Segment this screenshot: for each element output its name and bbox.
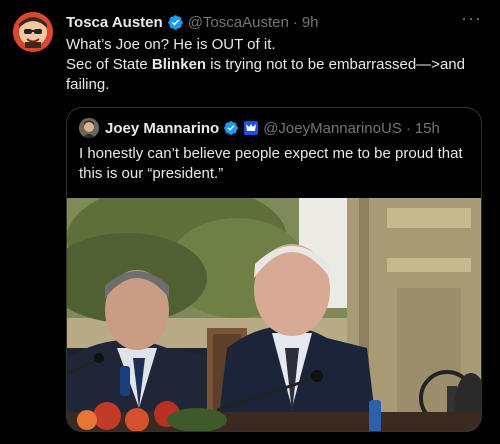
- quoted-tweet[interactable]: Joey Mannarino @JoeyMannarinoUS · 15h I …: [66, 107, 482, 432]
- quoted-text-body: I honestly can’t believe people expect m…: [79, 145, 463, 182]
- mention-blinken: Blinken: [151, 56, 207, 73]
- quoted-text: I honestly can’t believe people expect m…: [79, 144, 471, 184]
- tweet-text: What’s Joe on? He is OUT of it. Sec of S…: [66, 35, 486, 95]
- more-options-icon[interactable]: ···: [461, 8, 482, 29]
- quoted-avatar[interactable]: [79, 118, 99, 138]
- affiliate-badge-icon: [243, 120, 259, 136]
- quoted-header: Joey Mannarino @JoeyMannarinoUS · 15h: [79, 118, 440, 138]
- separator-dot: ·: [292, 13, 298, 31]
- tweet[interactable]: Tosca Austen @ToscaAusten · 9h ··· What’…: [0, 0, 500, 444]
- quoted-timestamp[interactable]: 15h: [415, 120, 440, 137]
- quoted-separator-dot: ·: [405, 119, 411, 137]
- verified-badge-icon: [223, 120, 239, 136]
- author-handle[interactable]: @ToscaAusten: [188, 14, 289, 31]
- tweet-line-1: What’s Joe on? He is OUT of it.: [66, 36, 276, 53]
- quoted-author-handle[interactable]: @JoeyMannarinoUS: [263, 120, 402, 137]
- verified-badge-icon: [167, 14, 184, 31]
- timestamp[interactable]: 9h: [302, 14, 319, 31]
- quoted-media-photo[interactable]: [67, 198, 481, 431]
- quoted-author-name[interactable]: Joey Mannarino: [105, 120, 219, 137]
- tweet-header: Tosca Austen @ToscaAusten · 9h: [66, 12, 319, 32]
- tweet-line-2-pre: Sec of State: [66, 56, 152, 73]
- author-name[interactable]: Tosca Austen: [66, 14, 163, 31]
- tweet-line-2: Sec of State Blinken is trying not to be…: [66, 55, 486, 95]
- author-avatar[interactable]: [13, 12, 53, 52]
